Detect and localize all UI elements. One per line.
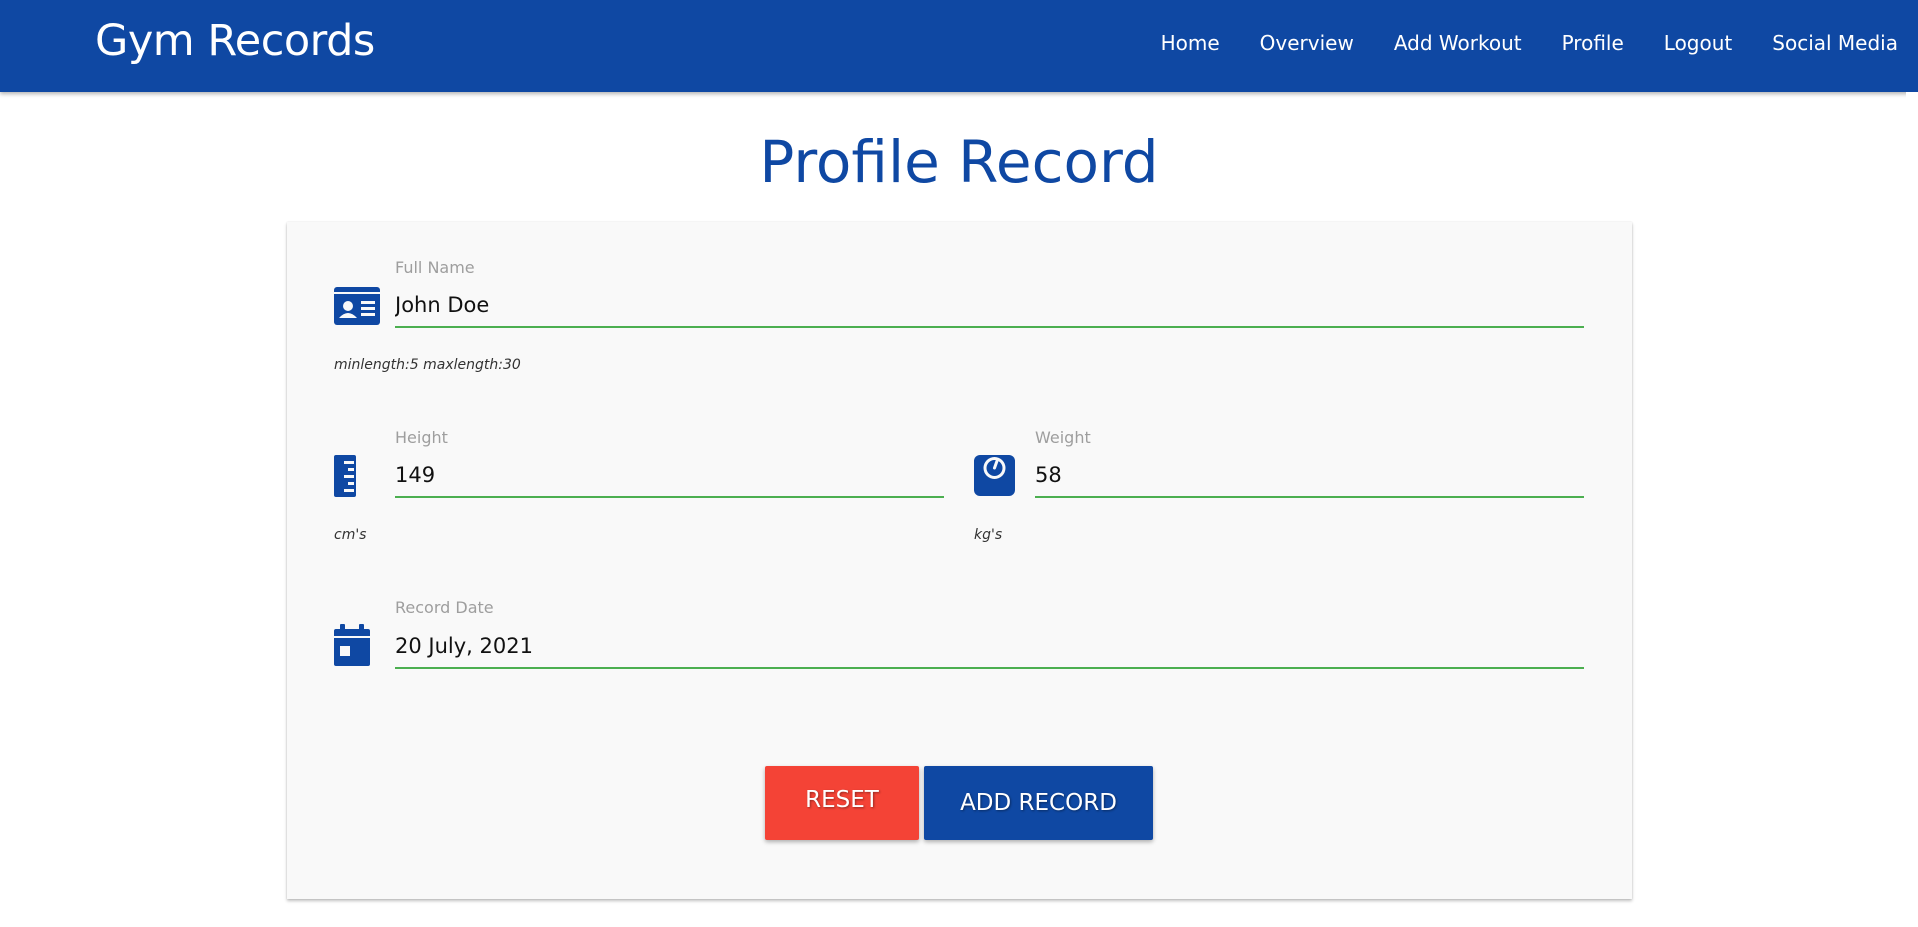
height-input[interactable] <box>395 454 944 498</box>
page-title: Profile Record <box>759 128 1159 196</box>
reset-button[interactable]: RESET <box>765 766 919 840</box>
nav-link-social-media[interactable]: Social Media <box>1752 31 1918 55</box>
ruler-icon <box>334 455 356 502</box>
full-name-helper-text: minlength:5 maxlength:30 <box>334 357 521 373</box>
height-label: Height <box>395 428 448 447</box>
nav-link-home[interactable]: Home <box>1141 31 1240 55</box>
weight-unit-helper-text: kg's <box>974 527 1003 543</box>
calendar-icon <box>334 624 370 671</box>
weight-scale-icon <box>974 455 1015 501</box>
id-card-icon <box>334 287 380 330</box>
nav-link-add-workout[interactable]: Add Workout <box>1374 31 1542 55</box>
full-name-input[interactable] <box>395 284 1584 328</box>
height-unit-helper-text: cm's <box>334 527 367 543</box>
weight-input[interactable] <box>1035 454 1584 498</box>
full-name-label: Full Name <box>395 258 475 277</box>
scrollbar[interactable] <box>1906 92 1918 927</box>
nav-link-overview[interactable]: Overview <box>1240 31 1374 55</box>
record-date-label: Record Date <box>395 598 494 617</box>
nav-link-profile[interactable]: Profile <box>1542 31 1644 55</box>
add-record-button[interactable]: ADD RECORD <box>924 766 1153 840</box>
nav-link-logout[interactable]: Logout <box>1644 31 1752 55</box>
nav-links: Home Overview Add Workout Profile Logout… <box>1141 0 1918 86</box>
record-date-input[interactable] <box>395 625 1584 669</box>
navbar: Gym Records Home Overview Add Workout Pr… <box>0 0 1918 92</box>
weight-label: Weight <box>1035 428 1091 447</box>
profile-form-card: Full Name minlength:5 maxlength:30 Heigh… <box>287 222 1632 899</box>
brand-logo[interactable]: Gym Records <box>95 16 375 66</box>
